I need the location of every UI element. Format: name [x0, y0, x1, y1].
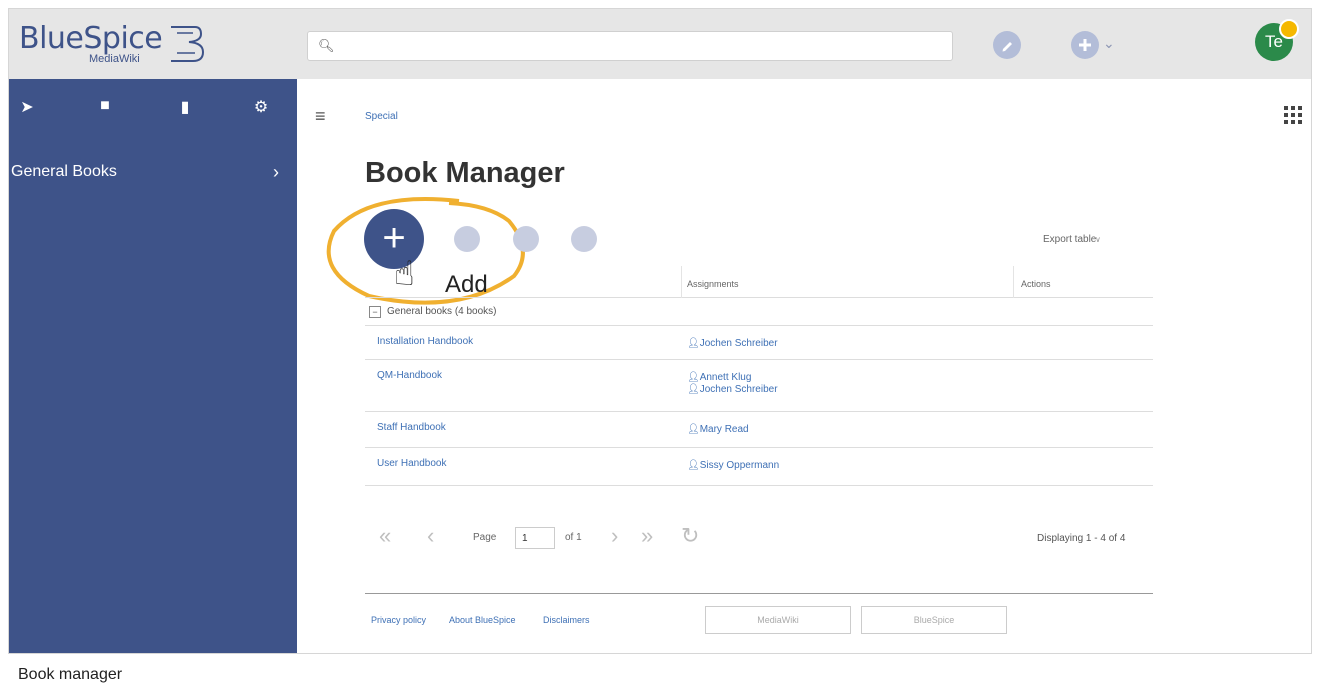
bluespice-logo[interactable]: BlueSpice MediaWiki: [19, 21, 219, 69]
page-title: Book Manager: [365, 157, 565, 189]
image-caption: Book manager: [18, 666, 123, 683]
clipboard-icon[interactable]: ▮: [173, 97, 197, 117]
search-box[interactable]: 🔍︎: [307, 31, 953, 61]
displaying-count: Displaying 1 - 4 of 4: [1037, 533, 1126, 544]
footer-divider: [365, 593, 1153, 594]
previous-page-icon[interactable]: ‹: [427, 523, 434, 549]
assignee-link[interactable]: 👤︎Jochen Schreiber: [687, 338, 778, 349]
footer-link-disclaimers[interactable]: Disclaimers: [543, 615, 590, 625]
sidebar: ➤ ■ ▮ ⚙ General Books ›: [9, 79, 297, 653]
column-separator: [681, 266, 682, 298]
plus-icon: [1079, 39, 1091, 51]
bluespice-badge[interactable]: BlueSpice: [861, 606, 1007, 634]
new-page-button[interactable]: [1071, 31, 1099, 59]
sidebar-item-label: General Books: [11, 163, 117, 180]
notification-badge[interactable]: [1279, 19, 1299, 39]
refresh-button[interactable]: [454, 226, 480, 252]
menu-icon[interactable]: ≡: [315, 106, 326, 127]
book-title-link[interactable]: User Handbook: [377, 458, 446, 469]
column-separator: [1013, 266, 1014, 298]
logo-subtext: MediaWiki: [89, 53, 140, 65]
assignee-link[interactable]: 👤︎Jochen Schreiber: [687, 384, 778, 395]
search-input[interactable]: [336, 36, 936, 56]
next-page-icon[interactable]: ›: [611, 523, 618, 549]
last-page-icon[interactable]: »: [641, 523, 653, 549]
column-header-assignments[interactable]: Assignments: [687, 279, 739, 289]
apps-grid-icon[interactable]: [1283, 105, 1303, 125]
navigation-icon[interactable]: ➤: [15, 97, 39, 117]
book-title-link[interactable]: QM-Handbook: [377, 370, 442, 381]
delete-book-button[interactable]: [571, 226, 597, 252]
breadcrumb[interactable]: Special: [365, 111, 398, 122]
top-bar: BlueSpice MediaWiki 🔍︎ ⌄ Te: [9, 9, 1311, 79]
chevron-down-icon[interactable]: ⌄: [1103, 35, 1115, 52]
logo-three-icon: [171, 26, 205, 62]
assignee-link[interactable]: 👤︎Mary Read: [687, 424, 749, 435]
first-page-icon[interactable]: «: [379, 523, 391, 549]
footer-link-about[interactable]: About BlueSpice: [449, 615, 516, 625]
table-row[interactable]: QM-Handbook 👤︎Annett Klug 👤︎Jochen Schre…: [365, 360, 1153, 412]
collapse-icon[interactable]: −: [369, 306, 381, 318]
chevron-right-icon: ›: [273, 162, 279, 182]
group-label: General books (4 books): [387, 306, 497, 317]
chevron-down-icon[interactable]: ∨: [1095, 235, 1101, 244]
table-row[interactable]: Staff Handbook 👤︎Mary Read: [365, 412, 1153, 448]
assignee-link[interactable]: 👤︎Sissy Oppermann: [687, 460, 779, 471]
table-header: Assignments Actions: [365, 266, 1153, 298]
page-number-input[interactable]: [515, 527, 555, 549]
page-label: Page: [473, 532, 497, 543]
gear-icon[interactable]: ⚙: [249, 97, 273, 117]
refresh-icon[interactable]: ↻: [681, 523, 699, 549]
page-count-label: of 1: [565, 532, 582, 543]
sidebar-item-general-books[interactable]: General Books ›: [9, 162, 297, 199]
edit-book-button[interactable]: [513, 226, 539, 252]
table-row[interactable]: User Handbook 👤︎Sissy Oppermann: [365, 448, 1153, 486]
footer-link-privacy[interactable]: Privacy policy: [371, 615, 426, 625]
books-icon[interactable]: ■: [93, 97, 117, 115]
search-icon: 🔍︎: [318, 38, 335, 53]
edit-button[interactable]: [993, 31, 1021, 59]
book-title-link[interactable]: Staff Handbook: [377, 422, 446, 433]
pagination-bar: « ‹ Page of 1 › » ↻ Displaying 1 - 4 of …: [365, 519, 1153, 555]
export-table-button[interactable]: Export table: [1043, 234, 1096, 245]
table-row[interactable]: Installation Handbook 👤︎Jochen Schreiber: [365, 326, 1153, 360]
mediawiki-badge[interactable]: MediaWiki: [705, 606, 851, 634]
book-title-link[interactable]: Installation Handbook: [377, 336, 473, 347]
column-header-actions[interactable]: Actions: [1021, 279, 1051, 289]
assignee-link[interactable]: 👤︎Annett Klug: [687, 372, 751, 383]
group-row[interactable]: − General books (4 books): [365, 298, 1153, 326]
pencil-icon: [1002, 42, 1012, 52]
logo-text: BlueSpice: [19, 21, 163, 56]
app-window: BlueSpice MediaWiki 🔍︎ ⌄ Te ➤ ■ ▮ ⚙ Gene…: [8, 8, 1312, 654]
